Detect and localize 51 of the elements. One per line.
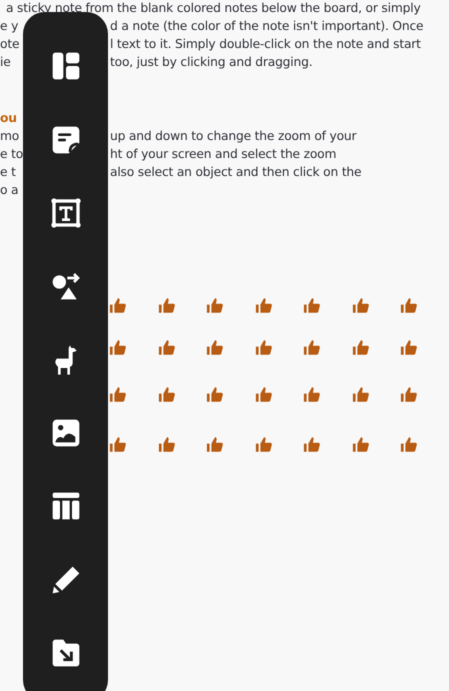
thumbs-up-icon xyxy=(303,339,321,356)
text-box-icon xyxy=(50,197,82,230)
instruction-text: too, just by clicking and dragging. xyxy=(110,55,314,69)
thumbs-up-icon xyxy=(352,436,370,453)
thumbs-up-icon xyxy=(352,386,370,403)
sticky-note-icon xyxy=(50,124,82,156)
instruction-text: d a note (the color of the note isn't important). Once xyxy=(110,19,424,33)
instruction-text: ote xyxy=(0,37,20,51)
thumbs-up-icon xyxy=(109,339,127,356)
thumbs-up-icon xyxy=(303,436,321,453)
instruction-text: l text to it. Simply double-click on the note and start xyxy=(110,37,422,51)
thumbs-up-icon xyxy=(206,297,224,314)
thumbs-up-icon xyxy=(303,297,321,314)
thumbs-up-icon xyxy=(352,339,370,356)
layout-icon xyxy=(50,50,82,82)
thumbs-up-icon xyxy=(352,297,370,314)
thumbs-up-icon xyxy=(400,297,418,314)
thumbs-up-icon xyxy=(109,297,127,314)
instruction-text: e t xyxy=(0,165,17,179)
thumbs-up-icon xyxy=(254,339,272,356)
instruction-text: e to xyxy=(0,147,22,161)
thumbs-up-icon xyxy=(158,339,176,356)
thumbs-up-icon xyxy=(254,297,272,314)
thumbs-up-icon xyxy=(400,436,418,453)
section-heading: ou xyxy=(0,111,18,125)
thumbs-up-icon xyxy=(400,386,418,403)
thumbs-up-icon xyxy=(254,436,272,453)
thumbs-up-icon xyxy=(400,339,418,356)
thumbs-up-icon xyxy=(158,386,176,403)
instruction-text: ie xyxy=(0,55,12,69)
instruction-text: a sticky note from the blank colored notes below the board, or simply xyxy=(6,0,422,17)
instruction-text: mo xyxy=(0,129,20,143)
thumbs-up-icon xyxy=(158,436,176,453)
instruction-text: e y xyxy=(0,19,20,33)
shapes-icon xyxy=(50,270,82,302)
instruction-text: ht of your screen and select the zoom xyxy=(110,147,338,161)
thumbs-up-icon xyxy=(158,297,176,314)
thumbs-up-icon xyxy=(303,386,321,403)
instruction-text: o a xyxy=(0,183,20,197)
folder-arrow-icon xyxy=(50,637,82,670)
table-icon xyxy=(50,490,82,522)
thumbs-up-icon xyxy=(254,386,272,403)
thumbs-up-icon xyxy=(109,386,127,403)
thumbs-up-icon xyxy=(206,339,224,356)
thumbs-up-icon xyxy=(109,436,127,453)
pencil-icon xyxy=(50,564,82,596)
image-icon xyxy=(50,417,82,450)
instruction-text: up and down to change the zoom of your xyxy=(110,129,358,143)
instruction-text: also select an object and then click on the xyxy=(110,165,362,179)
thumbs-up-icon xyxy=(206,436,224,453)
thumbs-up-icon xyxy=(206,386,224,403)
